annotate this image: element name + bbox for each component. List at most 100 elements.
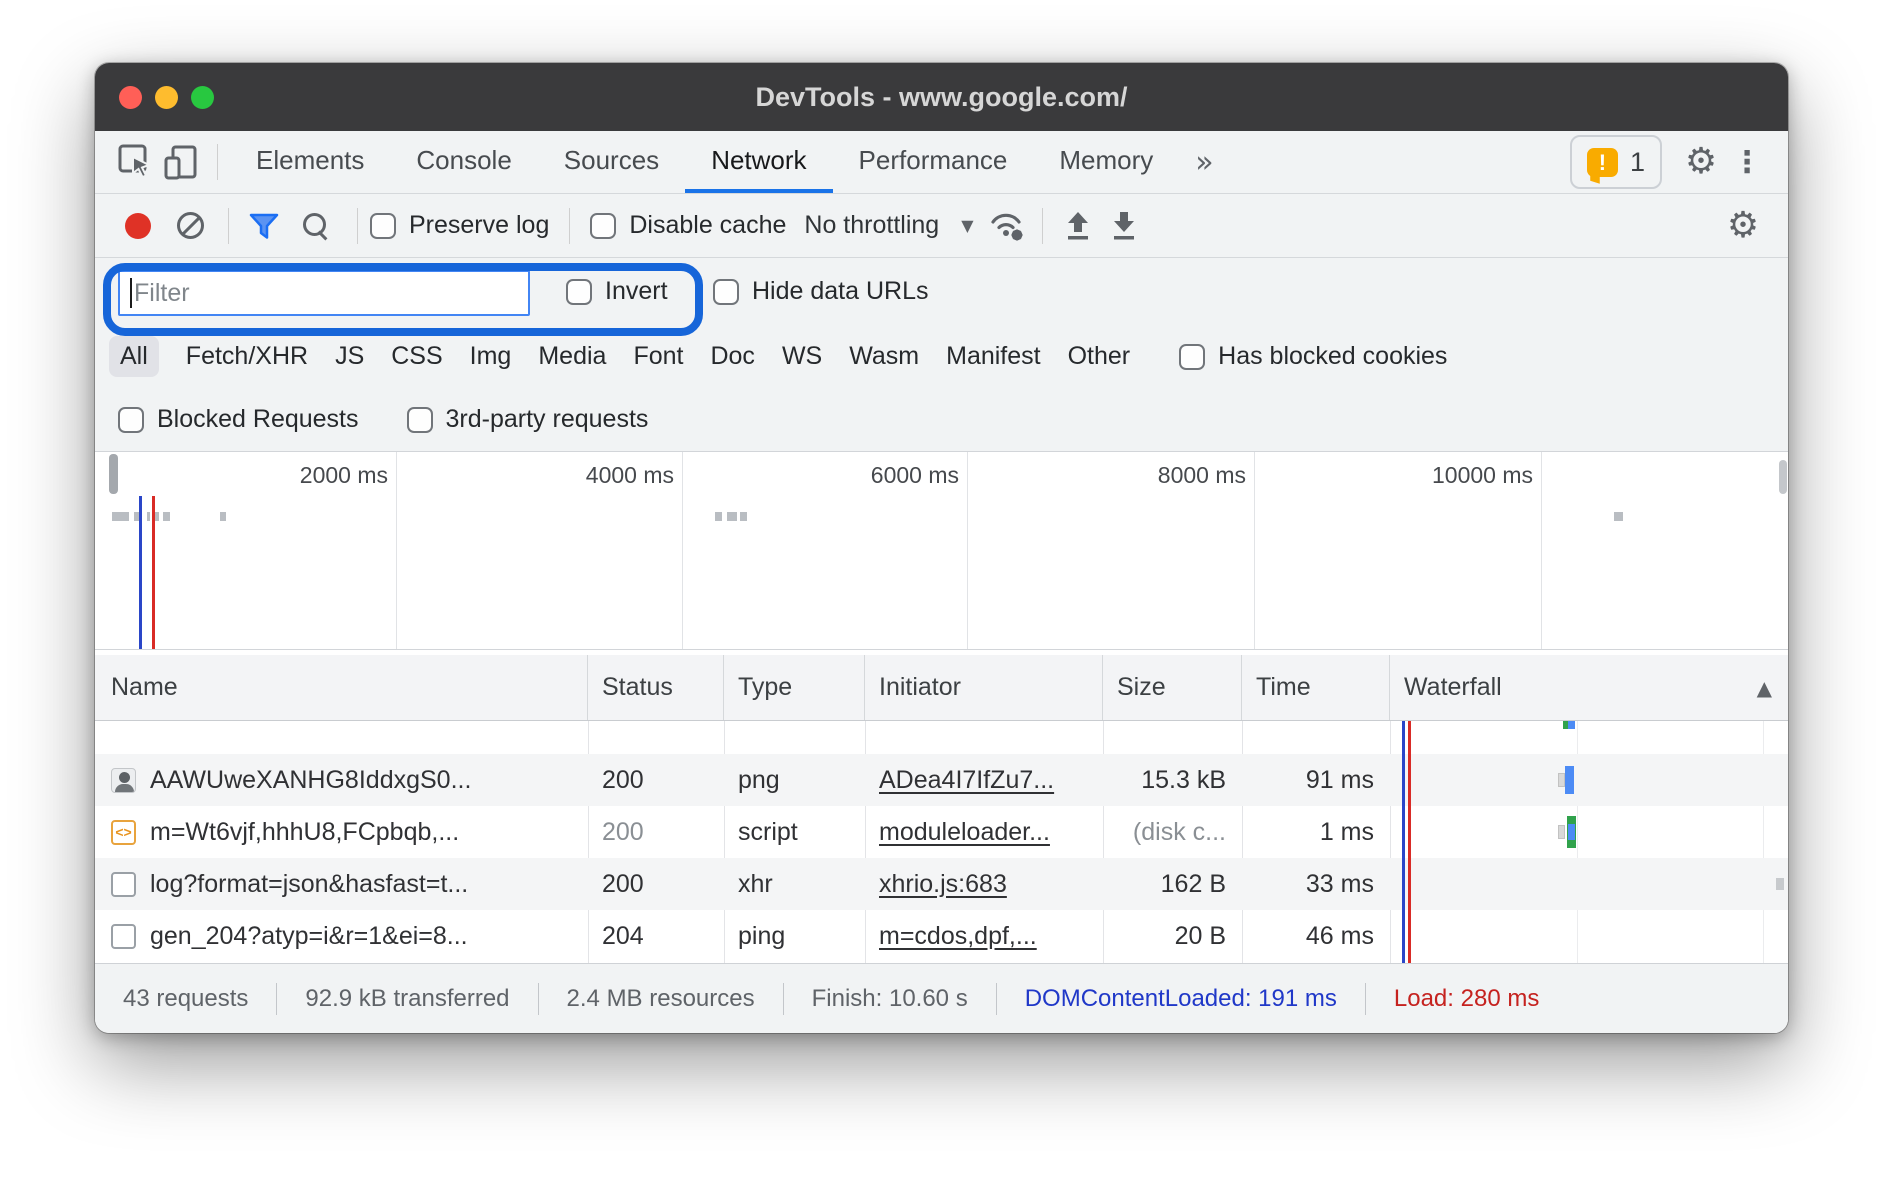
- network-overview-timeline[interactable]: 2000 ms 4000 ms 6000 ms 8000 ms 10000 ms…: [95, 451, 1788, 650]
- checkbox-icon[interactable]: [713, 279, 739, 305]
- has-blocked-cookies-label: Has blocked cookies: [1218, 342, 1447, 371]
- filter-toggle-button[interactable]: [241, 203, 287, 249]
- timeline-request-mark: [715, 512, 722, 521]
- request-filter-row: Blocked Requests 3rd-party requests: [95, 388, 1788, 451]
- request-name: m=Wt6vjf,hhhU8,FCpbqb,...: [150, 818, 459, 847]
- column-header-type[interactable]: Type: [724, 655, 865, 720]
- request-status: 200: [588, 858, 724, 910]
- hide-data-urls-checkbox[interactable]: Hide data URLs: [713, 277, 928, 306]
- statusbar-divider: [276, 983, 277, 1015]
- checkbox-icon[interactable]: [370, 213, 396, 239]
- load-time: Load: 280 ms: [1394, 985, 1539, 1013]
- timeline-request-mark: [727, 512, 737, 521]
- filter-chip-ws[interactable]: WS: [782, 342, 822, 371]
- invert-checkbox[interactable]: Invert: [566, 277, 668, 306]
- record-network-log-button[interactable]: [125, 213, 151, 239]
- tab-memory[interactable]: Memory: [1033, 131, 1179, 193]
- filter-chip-font[interactable]: Font: [633, 342, 683, 371]
- timeline-start-bar: [109, 454, 118, 494]
- tab-sources[interactable]: Sources: [538, 131, 685, 193]
- checkbox-icon[interactable]: [1179, 344, 1205, 370]
- filter-chip-css[interactable]: CSS: [391, 342, 442, 371]
- checkbox-icon[interactable]: [118, 407, 144, 433]
- dom-content-loaded-time: DOMContentLoaded: 191 ms: [1025, 985, 1337, 1013]
- upload-icon: [1063, 210, 1093, 242]
- image-file-icon: [111, 768, 136, 793]
- checkbox-icon[interactable]: [590, 213, 616, 239]
- request-size: 15.3 kB: [1103, 754, 1242, 806]
- export-har-button[interactable]: [1101, 203, 1147, 249]
- filter-chip-wasm[interactable]: Wasm: [849, 342, 919, 371]
- timeline-request-mark: [112, 512, 129, 521]
- table-row[interactable]: <> m=Wt6vjf,hhhU8,FCpbqb,... 200 script …: [95, 806, 1788, 858]
- throttling-dropdown[interactable]: No throttling ▼: [804, 211, 973, 240]
- column-header-status[interactable]: Status: [588, 655, 724, 720]
- filter-input[interactable]: Filter: [118, 270, 530, 316]
- timeline-gridline: [1254, 452, 1255, 649]
- statusbar-divider: [1365, 983, 1366, 1015]
- search-icon[interactable]: [301, 211, 331, 241]
- disable-cache-checkbox[interactable]: Disable cache: [590, 211, 786, 240]
- has-blocked-cookies-checkbox[interactable]: Has blocked cookies: [1179, 342, 1447, 371]
- filter-chip-img[interactable]: Img: [470, 342, 512, 371]
- settings-button[interactable]: ⚙: [1678, 139, 1724, 185]
- filter-chip-media[interactable]: Media: [538, 342, 606, 371]
- load-event-marker: [1408, 721, 1411, 963]
- inspect-cursor-icon: [116, 142, 156, 182]
- blocked-requests-checkbox[interactable]: Blocked Requests: [118, 405, 359, 434]
- gear-icon: ⚙: [1685, 139, 1717, 185]
- third-party-requests-label: 3rd-party requests: [446, 405, 649, 434]
- sort-ascending-icon: ▲: [1757, 676, 1772, 700]
- network-settings-button[interactable]: ⚙: [1720, 203, 1766, 249]
- waterfall-download-bar: [1565, 766, 1574, 794]
- timeline-request-mark: [1614, 512, 1623, 521]
- filter-placeholder: Filter: [134, 279, 190, 308]
- request-initiator-link[interactable]: xhrio.js:683: [879, 870, 1007, 899]
- tab-performance[interactable]: Performance: [833, 131, 1034, 193]
- timeline-request-mark: [220, 512, 226, 521]
- filter-chip-other[interactable]: Other: [1068, 342, 1131, 371]
- request-type: ping: [724, 910, 865, 962]
- issues-count: 1: [1630, 147, 1645, 178]
- table-row[interactable]: gen_204?atyp=i&r=1&ei=8... 204 ping m=cd…: [95, 910, 1788, 962]
- request-status: 200: [588, 754, 724, 806]
- filter-chip-js[interactable]: JS: [335, 342, 364, 371]
- timeline-scrollbar-thumb[interactable]: [1779, 460, 1787, 494]
- checkbox-icon[interactable]: [566, 279, 592, 305]
- toggle-device-toolbar-button[interactable]: [159, 139, 205, 185]
- column-header-size[interactable]: Size: [1103, 655, 1242, 720]
- issues-badge[interactable]: ! 1: [1570, 135, 1662, 189]
- network-conditions-button[interactable]: [984, 203, 1030, 249]
- request-time: 33 ms: [1242, 858, 1390, 910]
- tab-console[interactable]: Console: [390, 131, 537, 193]
- filter-chip-manifest[interactable]: Manifest: [946, 342, 1040, 371]
- tab-elements[interactable]: Elements: [230, 131, 390, 193]
- filter-chip-fetch-xhr[interactable]: Fetch/XHR: [186, 342, 308, 371]
- network-status-bar: 43 requests 92.9 kB transferred 2.4 MB r…: [95, 963, 1788, 1033]
- checkbox-icon[interactable]: [407, 407, 433, 433]
- tab-network[interactable]: Network: [685, 131, 832, 193]
- request-initiator-link[interactable]: m=cdos,dpf,...: [879, 922, 1037, 951]
- filter-chip-doc[interactable]: Doc: [710, 342, 754, 371]
- column-header-initiator[interactable]: Initiator: [865, 655, 1103, 720]
- preserve-log-checkbox[interactable]: Preserve log: [370, 211, 549, 240]
- main-menu-button[interactable]: ⋮: [1724, 139, 1770, 185]
- waterfall-mark: [1776, 878, 1784, 890]
- column-header-name[interactable]: Name: [95, 655, 588, 720]
- column-header-waterfall[interactable]: Waterfall ▲: [1390, 655, 1788, 720]
- request-initiator-link[interactable]: moduleloader...: [879, 818, 1050, 847]
- timeline-request-mark: [147, 512, 150, 521]
- table-row[interactable]: log?format=json&hasfast=t... 200 xhr xhr…: [95, 858, 1788, 910]
- request-initiator-link[interactable]: ADea4I7IfZu7...: [879, 766, 1054, 795]
- inspect-element-button[interactable]: [113, 139, 159, 185]
- filter-chip-all[interactable]: All: [109, 336, 159, 377]
- device-toolbar-icon: [162, 142, 202, 182]
- column-header-time[interactable]: Time: [1242, 655, 1390, 720]
- clear-network-log-button[interactable]: [177, 212, 204, 239]
- transferred-size: 92.9 kB transferred: [305, 985, 509, 1013]
- more-tabs-icon[interactable]: »: [1179, 145, 1229, 180]
- timeline-gridline: [967, 452, 968, 649]
- import-har-button[interactable]: [1055, 203, 1101, 249]
- third-party-requests-checkbox[interactable]: 3rd-party requests: [407, 405, 649, 434]
- table-row[interactable]: AAWUweXANHG8IddxgS0... 200 png ADea4I7If…: [95, 754, 1788, 806]
